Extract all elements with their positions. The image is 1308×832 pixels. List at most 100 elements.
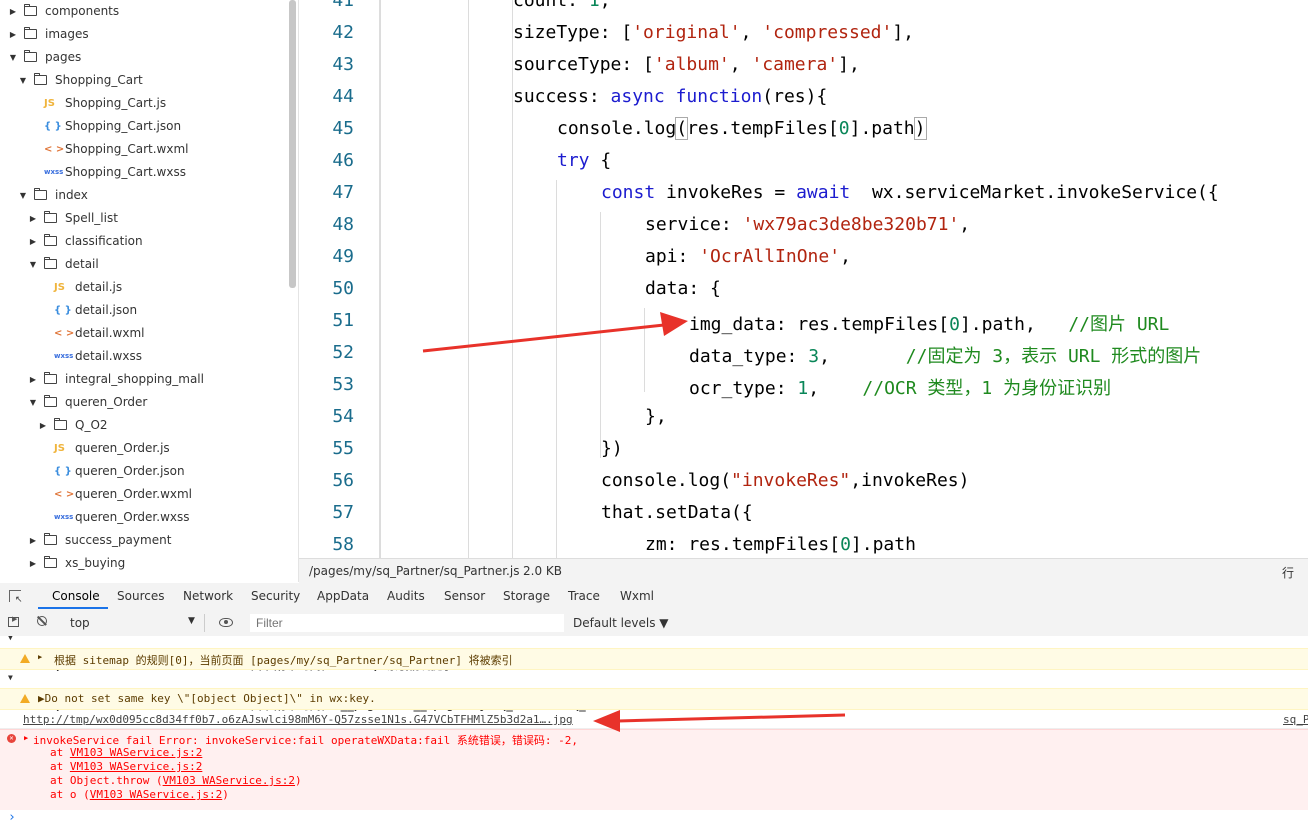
- code-line[interactable]: sizeType: ['original', 'compressed'],: [513, 22, 914, 43]
- log-levels-dropdown[interactable]: Default levels ▼: [573, 616, 669, 630]
- sidebar-item[interactable]: JS queren_Order.js: [0, 437, 288, 460]
- sidebar-item[interactable]: ▶ integral_shopping_mall: [0, 368, 288, 391]
- expand-caret-icon[interactable]: ▶: [24, 734, 28, 742]
- chevron-down-icon[interactable]: ▼: [28, 391, 38, 414]
- stack-frame-link[interactable]: VM103 WAService.js:2: [70, 760, 202, 773]
- log-source-link[interactable]: sq_P: [1283, 713, 1308, 726]
- sidebar-item-label: images: [45, 27, 89, 41]
- console-prompt-row[interactable]: ›: [0, 810, 1308, 827]
- chevron-right-icon[interactable]: ▶: [28, 207, 38, 230]
- tab-audits[interactable]: Audits: [387, 589, 425, 603]
- stack-frame-link[interactable]: VM103 WAService.js:2: [90, 788, 222, 801]
- folder-icon: [43, 529, 61, 552]
- sidebar-item[interactable]: ▶ images: [0, 23, 288, 46]
- sidebar-item[interactable]: ▶ Q_O2: [0, 414, 288, 437]
- chevron-right-icon[interactable]: ▶: [28, 230, 38, 253]
- log-row[interactable]: http://tmp/wx0d095cc8d34ff0b7.o6zAJswlci…: [0, 711, 1308, 729]
- code-line[interactable]: service: 'wx79ac3de8be320b71',: [645, 214, 970, 235]
- stack-frame-prefix: at: [50, 760, 70, 773]
- sidebar-item[interactable]: < > queren_Order.wxml: [0, 483, 288, 506]
- code-line[interactable]: zm: res.tempFiles[0].path: [645, 534, 916, 555]
- code-editor[interactable]: 41 42 43 44 45 46 47 48 49 50 51 52 53 54 55 56 57 58 cou…: [299, 0, 1308, 558]
- log-group-header[interactable]: ▼ Thu Apr 02 2020 16:03:10 GMT+0800 (中国标…: [0, 636, 1308, 672]
- code-line[interactable]: success: async function(res){: [513, 86, 827, 107]
- context-select[interactable]: top ▼: [64, 614, 205, 632]
- expand-caret-icon[interactable]: ▶: [38, 653, 42, 661]
- chevron-down-icon[interactable]: ▼: [18, 184, 28, 207]
- sidebar-item[interactable]: wxss Shopping_Cart.wxss: [0, 161, 288, 184]
- sidebar-item[interactable]: < > detail.wxml: [0, 322, 288, 345]
- chevron-right-icon[interactable]: ▶: [28, 552, 38, 575]
- sidebar-item[interactable]: { } Shopping_Cart.json: [0, 115, 288, 138]
- sidebar-item[interactable]: { } queren_Order.json: [0, 460, 288, 483]
- sidebar-scrollbar[interactable]: [289, 0, 296, 288]
- warning-row[interactable]: ▶ 根据 sitemap 的规则[0]，当前页面 [pages/my/sq_Pa…: [0, 648, 1308, 670]
- sidebar-item[interactable]: ▼ queren_Order: [0, 391, 288, 414]
- sidebar-item[interactable]: ▶ Spell_list: [0, 207, 288, 230]
- sidebar-item[interactable]: JS detail.js: [0, 276, 288, 299]
- expand-caret-icon[interactable]: ▼: [8, 636, 13, 642]
- sidebar-item[interactable]: ▶ xs_buying: [0, 552, 288, 575]
- tab-sources[interactable]: Sources: [117, 589, 164, 603]
- chevron-right-icon[interactable]: ▶: [28, 368, 38, 391]
- sidebar-item[interactable]: ▼ pages: [0, 46, 288, 69]
- console-output[interactable]: ▼ Thu Apr 02 2020 16:03:10 GMT+0800 (中国标…: [0, 636, 1308, 832]
- stack-frame-function: o (: [69, 788, 90, 801]
- tab-storage[interactable]: Storage: [503, 589, 550, 603]
- tab-sensor[interactable]: Sensor: [444, 589, 485, 603]
- sidebar-item-label: success_payment: [65, 533, 172, 547]
- log-group-header[interactable]: ▼ Thu Apr 02 2020 16:03:10 GMT+0800 (中国标…: [0, 671, 1308, 712]
- code-line[interactable]: sourceType: ['album', 'camera'],: [513, 54, 860, 75]
- console-filter-input[interactable]: [250, 614, 564, 632]
- expand-caret-icon[interactable]: ▼: [8, 673, 13, 682]
- code-line[interactable]: img_data: res.tempFiles[0].path, //图片 UR…: [689, 310, 1169, 336]
- code-line[interactable]: ocr_type: 1, //OCR 类型，1 为身份证识别: [689, 374, 1111, 400]
- code-line[interactable]: },: [645, 406, 667, 427]
- sidebar-item[interactable]: wxss detail.wxss: [0, 345, 288, 368]
- tab-network[interactable]: Network: [183, 589, 233, 603]
- sidebar-item[interactable]: < > Shopping_Cart.wxml: [0, 138, 288, 161]
- sidebar-item[interactable]: ▼ index: [0, 184, 288, 207]
- chevron-right-icon[interactable]: ▶: [28, 529, 38, 552]
- sidebar-item[interactable]: ▶ components: [0, 0, 288, 23]
- stack-frame-function: Object.throw (: [69, 774, 163, 787]
- stack-frame-link[interactable]: VM103 WAService.js:2: [163, 774, 295, 787]
- tab-trace[interactable]: Trace: [568, 589, 600, 603]
- sidebar-item[interactable]: ▼ detail: [0, 253, 288, 276]
- chevron-right-icon[interactable]: ▶: [8, 23, 18, 46]
- chevron-right-icon[interactable]: ▶: [38, 414, 48, 437]
- sidebar-item[interactable]: JS Shopping_Cart.js: [0, 92, 288, 115]
- stack-frame-link[interactable]: VM103 WAService.js:2: [70, 746, 202, 759]
- sidebar-item[interactable]: { } detail.json: [0, 299, 288, 322]
- temp-file-link[interactable]: http://tmp/wx0d095cc8d34ff0b7.o6zAJswlci…: [23, 713, 573, 726]
- code-line[interactable]: count: 1,: [513, 0, 611, 11]
- line-number: 43: [332, 54, 354, 75]
- sidebar-item-label: detail.wxss: [75, 349, 142, 363]
- chevron-down-icon[interactable]: ▼: [8, 46, 18, 69]
- code-line[interactable]: }): [601, 438, 623, 459]
- code-line[interactable]: that.setData({: [601, 502, 753, 523]
- sidebar-item[interactable]: ▶ classification: [0, 230, 288, 253]
- sidebar-item[interactable]: ▶ success_payment: [0, 529, 288, 552]
- chevron-down-icon[interactable]: ▼: [28, 253, 38, 276]
- code-line[interactable]: data: {: [645, 278, 721, 299]
- code-line[interactable]: try {: [557, 150, 611, 171]
- code-line[interactable]: api: 'OcrAllInOne',: [645, 246, 851, 267]
- error-row[interactable]: ✕ ▶ invokeService fail Error: invokeServ…: [0, 729, 1308, 810]
- indent-guide: [644, 308, 645, 392]
- tab-security[interactable]: Security: [251, 589, 300, 603]
- code-line[interactable]: console.log("invokeRes",invokeRes): [601, 470, 969, 491]
- tab-appdata[interactable]: AppData: [317, 589, 369, 603]
- wxml-file-icon: < >: [54, 489, 75, 500]
- chevron-down-icon[interactable]: ▼: [18, 69, 28, 92]
- warning-row[interactable]: ▶Do not set same key \"[object Object]\"…: [0, 688, 1308, 710]
- code-line[interactable]: data_type: 3, //固定为 3，表示 URL 形式的图片: [689, 342, 1201, 368]
- code-line[interactable]: const invokeRes = await wx.serviceMarket…: [601, 182, 1219, 203]
- sidebar-item[interactable]: wxss queren_Order.wxss: [0, 506, 288, 529]
- sidebar-item[interactable]: ▼ Shopping_Cart: [0, 69, 288, 92]
- line-number: 53: [332, 374, 354, 395]
- chevron-right-icon[interactable]: ▶: [8, 0, 18, 23]
- code-line[interactable]: console.log(res.tempFiles[0].path): [557, 117, 927, 140]
- tab-console[interactable]: Console: [52, 589, 100, 603]
- tab-wxml[interactable]: Wxml: [620, 589, 654, 603]
